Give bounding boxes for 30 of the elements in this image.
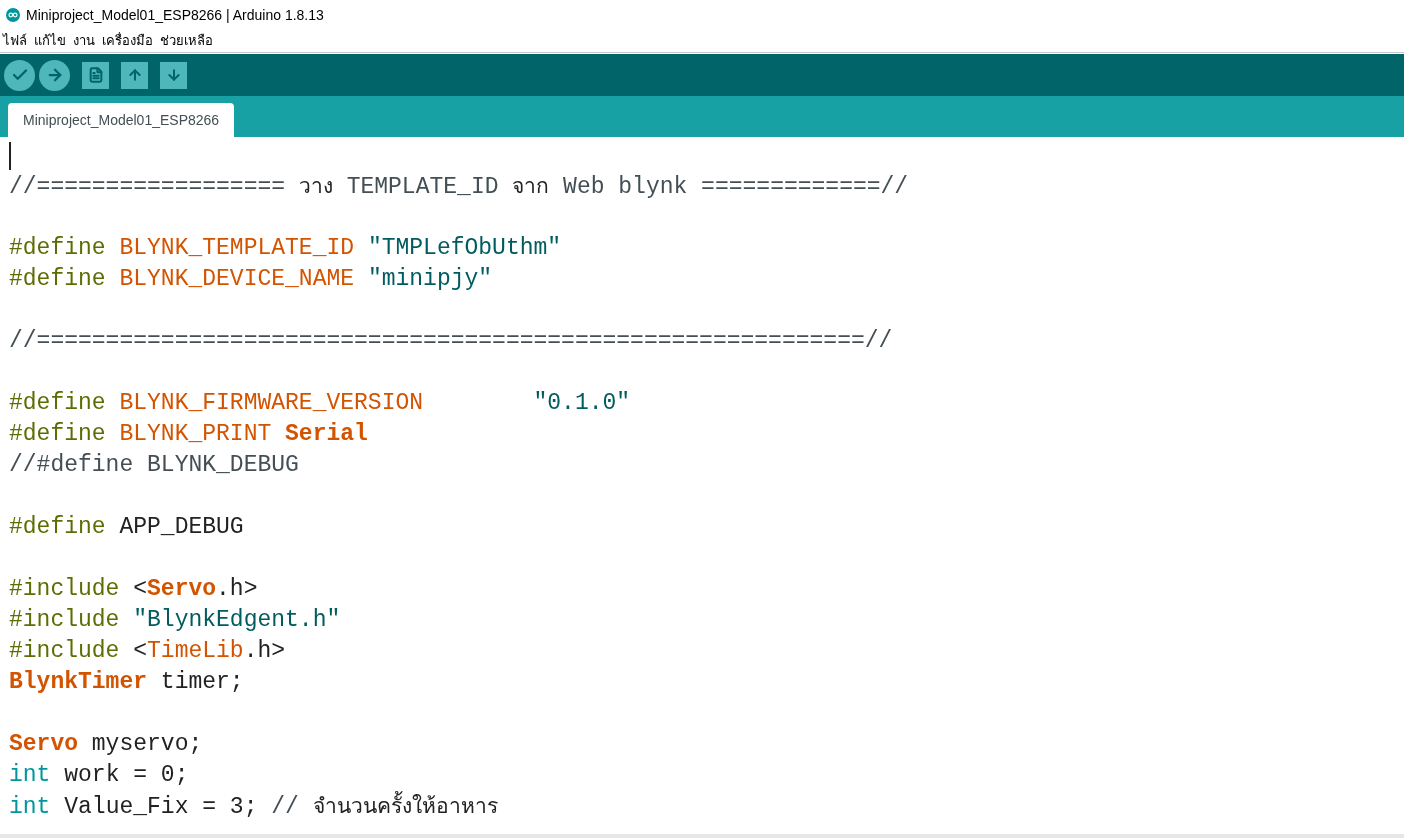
code-line: int work = 0; [9,761,189,790]
menu-item[interactable]: งาน [73,31,95,51]
open-button[interactable] [121,61,148,89]
code-line: //============================================================// [9,327,893,356]
menu-item[interactable]: ไฟล์ [3,31,27,51]
code-line: //#define BLYNK_DEBUG [9,451,299,480]
code-line: BlynkTimer timer; [9,668,244,697]
menu-item[interactable]: แก้ไข [34,31,66,51]
verify-button[interactable] [4,59,35,91]
code-line: Servo myservo; [9,730,203,759]
document-icon [87,67,104,83]
text-cursor [9,141,11,170]
menu-item[interactable]: เครื่องมือ [102,31,153,51]
menu-item[interactable]: ช่วยเหลือ [160,31,213,51]
upload-button[interactable] [39,59,70,91]
code-line: #define BLYNK_TEMPLATE_ID "TMPLefObUthm" [9,234,562,263]
code-line: #include "BlynkEdgent.h" [9,606,341,635]
window-title: Miniproject_Model01_ESP8266 | Arduino 1.8.13 [26,5,324,25]
new-button[interactable] [82,61,109,89]
code-line: #include <Servo.h> [9,575,258,604]
code-line: //================== วาง TEMPLATE_ID จาก Web blynk =============// [9,172,909,202]
code-line: #define BLYNK_FIRMWARE_VERSION "0.1.0" [9,389,631,418]
code-line: #include <TimeLib.h> [9,637,286,666]
code-line: #define APP_DEBUG [9,513,244,542]
save-button[interactable] [160,61,187,89]
code-line: #define BLYNK_PRINT Serial [9,420,368,449]
app-logo-icon [6,8,20,22]
file-tab[interactable]: Miniproject_Model01_ESP8266 [8,103,235,137]
code-line: int Value_Fix = 3; // จำนวนครั้งให้อาหาร [9,790,498,822]
code-line: #define BLYNK_DEVICE_NAME "minipjy" [9,265,493,294]
